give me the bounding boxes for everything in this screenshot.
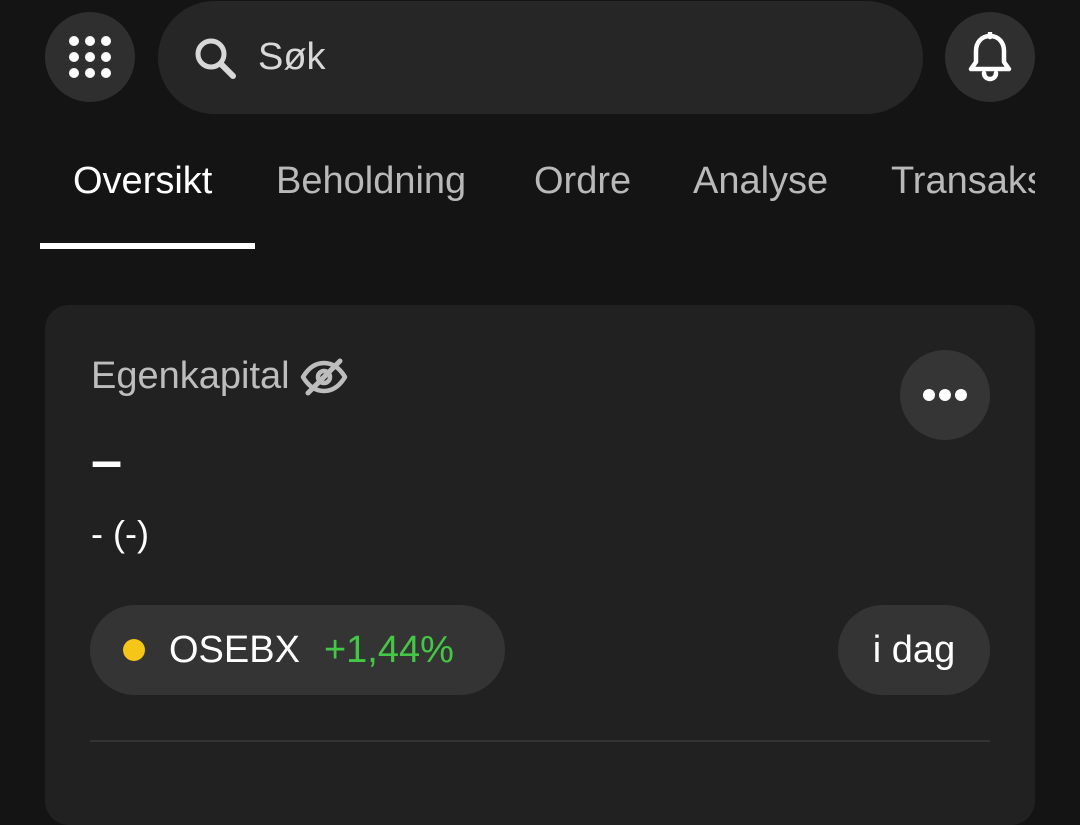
- index-chip[interactable]: OSEBX +1,44%: [90, 605, 505, 695]
- ellipsis-icon: [923, 389, 967, 401]
- top-bar: [0, 0, 1080, 120]
- equity-label-row: Egenkapital: [91, 355, 348, 398]
- period-selector-button[interactable]: i dag: [838, 605, 990, 695]
- index-status-dot: [123, 639, 145, 661]
- index-change: +1,44%: [323, 628, 454, 671]
- tab-ordre[interactable]: Ordre: [534, 160, 631, 203]
- index-name: OSEBX: [169, 628, 300, 671]
- eye-off-icon[interactable]: [300, 357, 348, 397]
- menu-button[interactable]: [45, 12, 135, 102]
- equity-value: –: [91, 428, 123, 491]
- equity-card: Egenkapital – - (-) OSEBX +1,44% i dag: [45, 305, 1035, 825]
- search-input[interactable]: [258, 36, 858, 79]
- active-tab-indicator: [40, 243, 255, 249]
- search-icon: [192, 35, 238, 81]
- more-options-button[interactable]: [900, 350, 990, 440]
- tab-transaksjoner[interactable]: Transaksjoner: [891, 160, 1035, 203]
- tab-analyse[interactable]: Analyse: [693, 160, 828, 203]
- notifications-button[interactable]: [945, 12, 1035, 102]
- equity-change: - (-): [91, 513, 149, 554]
- tab-beholdning[interactable]: Beholdning: [276, 160, 466, 203]
- tab-oversikt[interactable]: Oversikt: [73, 160, 212, 203]
- grid-icon: [69, 36, 111, 78]
- divider: [90, 740, 990, 742]
- search-bar[interactable]: [158, 1, 923, 114]
- bell-icon: [968, 32, 1012, 82]
- equity-label: Egenkapital: [91, 355, 290, 397]
- tab-bar: Oversikt Beholdning Ordre Analyse Transa…: [0, 130, 1035, 250]
